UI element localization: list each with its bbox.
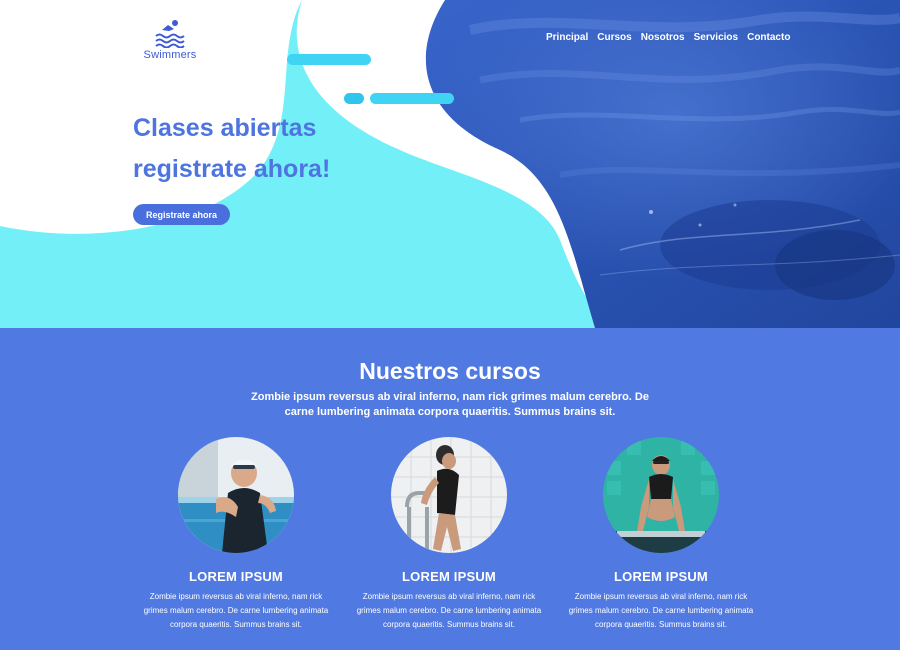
section-subtitle: Zombie ipsum reversus ab viral inferno, …	[251, 391, 649, 418]
nav-link-cursos[interactable]: Cursos	[597, 32, 631, 43]
decorative-pill	[370, 93, 454, 104]
course-card: LOREM IPSUM Zombie ipsum reversus ab vir…	[561, 437, 761, 632]
course-description: Zombie ipsum reversus ab viral inferno, …	[356, 592, 542, 629]
hero-title-line-2: registrate ahora!	[133, 155, 331, 183]
hero-section: Swimmers Principal Cursos Nosotros Servi…	[0, 0, 900, 328]
section-title: Nuestros cursos	[359, 358, 541, 384]
course-photo-swimmer-starting-block	[603, 437, 719, 553]
course-card: LOREM IPSUM Zombie ipsum reversus ab vir…	[136, 437, 336, 632]
nav-link-nosotros[interactable]: Nosotros	[641, 32, 685, 43]
main-nav: Principal Cursos Nosotros Servicios Cont…	[546, 32, 790, 43]
course-title: LOREM IPSUM	[402, 569, 496, 584]
hero-title-line-1: Clases abiertas	[133, 114, 317, 142]
course-photo-swimmer-ladder	[391, 437, 507, 553]
hero-title: Clases abiertas registrate ahora!	[133, 108, 373, 190]
course-title: LOREM IPSUM	[614, 569, 708, 584]
course-title: LOREM IPSUM	[189, 569, 283, 584]
nav-link-principal[interactable]: Principal	[546, 32, 588, 43]
brand-logo[interactable]: Swimmers	[138, 18, 202, 61]
swimmer-waves-icon	[155, 20, 185, 48]
decorative-pill	[344, 93, 364, 104]
register-button[interactable]: Registrate ahora	[133, 204, 230, 225]
courses-section: Nuestros cursos Zombie ipsum reversus ab…	[0, 328, 900, 650]
decorative-pill	[287, 54, 371, 65]
course-card: LOREM IPSUM Zombie ipsum reversus ab vir…	[349, 437, 549, 632]
course-description: Zombie ipsum reversus ab viral inferno, …	[143, 592, 329, 629]
brand-name: Swimmers	[143, 49, 197, 61]
course-description: Zombie ipsum reversus ab viral inferno, …	[568, 592, 754, 629]
nav-link-servicios[interactable]: Servicios	[694, 32, 738, 43]
nav-link-contacto[interactable]: Contacto	[747, 32, 790, 43]
course-photo-swimmer-pool-edge	[178, 437, 294, 553]
